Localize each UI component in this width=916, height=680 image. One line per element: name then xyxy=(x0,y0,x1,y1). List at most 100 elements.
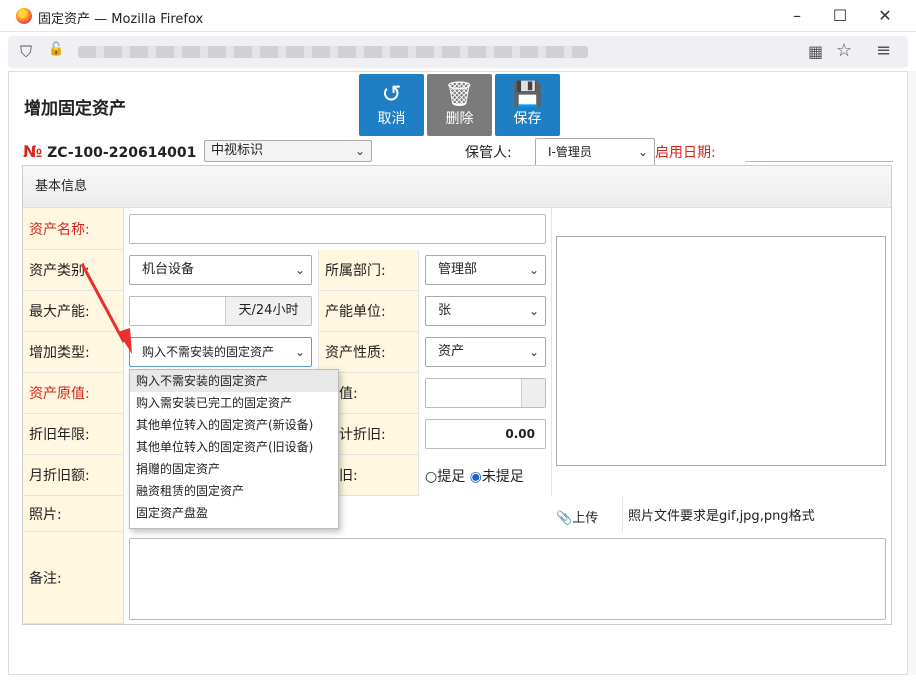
monthly-depr-label-cell: 月折旧额: xyxy=(23,455,124,496)
close-button[interactable]: ✕ xyxy=(862,0,908,32)
add-type-select[interactable]: 购入不需安装的固定资产 ⌄ xyxy=(129,337,312,367)
dept-select-value: 管理部 xyxy=(438,262,478,277)
start-date-input[interactable] xyxy=(745,160,893,162)
cancel-label: 取消 xyxy=(377,111,406,127)
depr-flag-label: 旧: xyxy=(339,468,358,484)
keeper-label: 保管人: xyxy=(465,145,512,161)
add-type-dropdown: 购入不需安装的固定资产 购入需安装已完工的固定资产 其他单位转入的固定资产(新设… xyxy=(129,369,339,529)
capacity-unit-select-value: 张 xyxy=(438,303,452,318)
dept-select[interactable]: 管理部 ⌄ xyxy=(425,255,546,285)
brand-select-value: 中视标识 xyxy=(211,143,264,158)
start-date-label: 启用日期: xyxy=(655,145,716,161)
original-value-label: 资产原值: xyxy=(29,386,90,402)
background-page-strip xyxy=(908,71,916,675)
nature-select[interactable]: 资产 ⌄ xyxy=(425,337,546,367)
original-value-label-cell: 资产原值: xyxy=(23,373,124,414)
dropdown-option[interactable]: 购入不需安装的固定资产 xyxy=(130,370,338,392)
delete-label: 删除 xyxy=(445,111,474,127)
dropdown-option[interactable]: 捐赠的固定资产 xyxy=(130,458,338,480)
chevron-down-icon: ⌄ xyxy=(528,345,539,359)
max-capacity-input[interactable]: 天/24小时 xyxy=(129,296,312,326)
remark-label-cell: 备注: xyxy=(23,532,124,624)
save-label: 保存 xyxy=(513,111,542,127)
delete-button[interactable]: 🗑 删除 xyxy=(427,74,492,136)
divider xyxy=(622,496,623,532)
chevron-down-icon: ⌄ xyxy=(354,144,365,158)
minimize-button[interactable]: – xyxy=(774,0,820,32)
remark-textarea[interactable] xyxy=(129,538,886,620)
save-button[interactable]: 💾 保存 xyxy=(495,74,560,136)
radio-not-provided[interactable]: ◉ xyxy=(470,469,482,485)
photo-preview xyxy=(556,236,886,466)
dropdown-option[interactable]: 其他单位转入的固定资产(新设备) xyxy=(130,414,338,436)
address-bar[interactable]: ⛉ 🔓 ▦ ☆ ≡ xyxy=(8,36,908,68)
monthly-depr-label: 月折旧额: xyxy=(29,468,90,484)
firefox-window: 固定资产 — Mozilla Firefox – ☐ ✕ ⛉ 🔓 ▦ ☆ ≡ 增… xyxy=(0,0,916,680)
radio-provided[interactable]: ○ xyxy=(425,469,437,485)
remark-label: 备注: xyxy=(29,570,62,587)
trash-icon: 🗑 xyxy=(444,80,475,108)
asset-name-label-cell: 资产名称: xyxy=(23,208,124,250)
photo-hint: 照片文件要求是gif,jpg,png格式 xyxy=(628,509,815,524)
asset-number-value: ZC-100-220614001 xyxy=(47,145,197,161)
capacity-unit-label: 产能单位: xyxy=(325,304,386,320)
net-value-label: 值: xyxy=(339,386,358,402)
asset-name-label: 资产名称: xyxy=(29,221,90,238)
keeper-select[interactable]: ⵏ-管理员 ⌄ xyxy=(535,138,655,166)
capacity-unit-label-cell: 产能单位: xyxy=(318,291,419,332)
dept-label-cell: 所属部门: xyxy=(318,250,419,291)
maximize-button[interactable]: ☐ xyxy=(817,0,863,32)
shield-icon[interactable]: ⛉ xyxy=(20,42,32,62)
asset-number: № ZC-100-220614001 xyxy=(23,142,196,161)
radio-provided-label: 提足 xyxy=(437,469,466,485)
page-title: 增加固定资产 xyxy=(24,99,126,119)
chevron-down-icon: ⌄ xyxy=(528,263,539,277)
cancel-button[interactable]: ↺ 取消 xyxy=(359,74,424,136)
upload-label: 上传 xyxy=(572,511,599,526)
dropdown-option[interactable]: 其他单位转入的固定资产(旧设备) xyxy=(130,436,338,458)
qr-code-icon[interactable]: ▦ xyxy=(808,42,823,61)
asset-name-input[interactable] xyxy=(129,214,546,244)
upload-button[interactable]: 📎上传 xyxy=(556,507,598,526)
red-arrow-annotation xyxy=(80,263,132,354)
chevron-down-icon: ⌄ xyxy=(528,304,539,318)
window-title: 固定资产 — Mozilla Firefox xyxy=(38,12,204,27)
bookmark-star-icon[interactable]: ☆ xyxy=(836,40,852,61)
nature-label-cell: 资产性质: xyxy=(318,332,419,373)
panel-title: 基本信息 xyxy=(23,166,891,208)
nature-select-value: 资产 xyxy=(438,344,465,359)
dropdown-option[interactable]: 融资租赁的固定资产 xyxy=(130,480,338,502)
title-bar: 固定资产 — Mozilla Firefox – ☐ ✕ xyxy=(0,0,916,32)
firefox-logo-icon xyxy=(16,8,32,24)
accum-depr-label: 计折旧: xyxy=(339,427,386,443)
depr-flag-radio-group: ○提足 ◉未提足 xyxy=(425,466,524,486)
floppy-disk-icon: 💾 xyxy=(512,80,543,108)
add-type-select-value: 购入不需安装的固定资产 xyxy=(142,345,275,359)
brand-select[interactable]: 中视标识 ⌄ xyxy=(204,140,372,162)
nature-label: 资产性质: xyxy=(325,345,386,361)
dropdown-option[interactable]: 固定资产盘盈 xyxy=(130,502,338,524)
capacity-unit-select[interactable]: 张 ⌄ xyxy=(425,296,546,326)
dropdown-option[interactable]: 购入需安装已完工的固定资产 xyxy=(130,392,338,414)
divider xyxy=(551,208,552,496)
menu-icon[interactable]: ≡ xyxy=(876,40,891,61)
undo-icon: ↺ xyxy=(381,80,402,108)
blurred-url xyxy=(78,46,588,58)
chevron-down-icon: ⌄ xyxy=(294,263,305,277)
number-sign: № xyxy=(23,142,43,161)
keeper-select-value: ⵏ-管理员 xyxy=(548,145,592,159)
category-select-value: 机台设备 xyxy=(142,262,195,277)
net-value-input[interactable] xyxy=(425,378,546,408)
attachment-icon: 📎 xyxy=(556,511,573,526)
category-select[interactable]: 机台设备 ⌄ xyxy=(129,255,312,285)
dept-label: 所属部门: xyxy=(325,263,386,279)
capacity-suffix: 天/24小时 xyxy=(225,297,311,325)
photo-label-cell: 照片: xyxy=(23,496,124,532)
radio-not-provided-label: 未提足 xyxy=(481,469,524,485)
net-value-addon xyxy=(521,379,545,407)
accum-depr-input[interactable]: 0.00 xyxy=(425,419,546,449)
photo-label: 照片: xyxy=(29,506,62,523)
lock-icon[interactable]: 🔓 xyxy=(48,42,64,57)
depr-years-label-cell: 折旧年限: xyxy=(23,414,124,455)
chevron-down-icon: ⌄ xyxy=(294,345,305,359)
